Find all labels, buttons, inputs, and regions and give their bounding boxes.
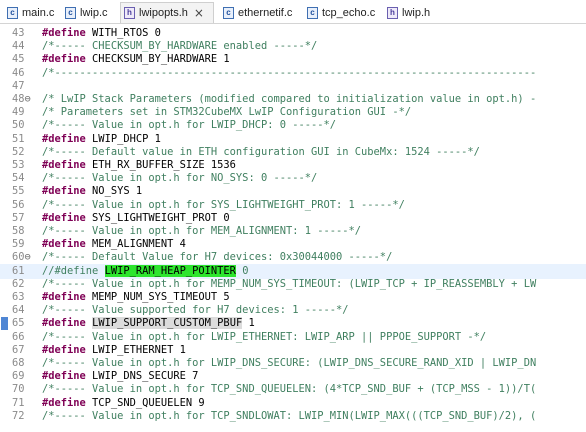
tab-label: lwip.h [402, 6, 431, 19]
code-token: SYS_LIGHTWEIGHT_PROT 0 [85, 211, 230, 224]
tab-lwipopts-h[interactable]: h lwipopts.h × [120, 2, 214, 23]
comment-token: //#define [42, 264, 105, 277]
bookmark-marker-icon[interactable] [1, 317, 8, 331]
comment-token: /*----- CHECKSUM_BY_HARDWARE enabled ---… [42, 40, 318, 53]
code-token: CHECKSUM_BY_HARDWARE 1 [85, 53, 230, 66]
code-token: NO_SYS 1 [85, 185, 143, 198]
tab-label: lwipopts.h [139, 7, 188, 19]
tab-ethernetif-c[interactable]: c ethernetif.c [220, 2, 302, 23]
editor-tab-bar: c main.c c lwip.c h lwipopts.h × c ether… [0, 0, 586, 24]
code-token: LWIP_ETHERNET 1 [85, 343, 186, 356]
h-file-icon: h [124, 7, 135, 19]
comment-token: /*----- Default value in ETH configurati… [42, 145, 480, 158]
line-number: 72 [12, 409, 25, 422]
comment-token: /*----- Value in opt.h for LWIP_DNS_SECU… [42, 357, 537, 369]
code-text[interactable]: /*----- Value in opt.h for TCP_SNDLOWAT:… [42, 409, 536, 424]
tab-label: main.c [22, 6, 55, 19]
code-token: MEM_ALIGNMENT 4 [85, 238, 186, 251]
keyword-token: #define [42, 291, 86, 303]
comment-token: /*----- Value in opt.h for LWIP_DHCP: 0 … [42, 119, 337, 132]
keyword-token: #define [42, 317, 86, 330]
comment-token: /*----- Value in opt.h for LWIP_ETHERNET… [42, 330, 487, 343]
fold-toggle-icon[interactable]: ⊖ [25, 251, 31, 263]
keyword-token: #define [42, 132, 86, 145]
comment-token: /*----- Value in opt.h for TCP_SNDLOWAT:… [42, 409, 537, 422]
comment-token: /*----- Value in opt.h for MEMP_NUM_SYS_… [42, 277, 537, 290]
comment-token: 0 [235, 264, 249, 277]
selected-token: LWIP_RAM_HEAP_POINTER [104, 264, 236, 277]
keyword-token: #define [42, 343, 86, 356]
fold-toggle-icon[interactable]: ⊖ [25, 93, 31, 105]
keyword-token: #define [42, 53, 86, 66]
close-icon[interactable]: × [194, 7, 204, 19]
tab-tcp-echo-c[interactable]: c tcp_echo.c [304, 2, 378, 23]
c-file-icon: c [223, 6, 234, 19]
code-editor[interactable]: 43 #define WITH_RTOS 0 44/*----- CHECKSUM_… [0, 26, 586, 432]
keyword-token: #define [42, 27, 86, 39]
gutter[interactable] [0, 409, 12, 424]
h-file-icon: h [387, 6, 398, 19]
tab-main-c[interactable]: c main.c [4, 2, 56, 23]
code-line[interactable]: 72 /*----- Value in opt.h for TCP_SNDLOWA… [0, 409, 586, 424]
keyword-token: #define [42, 396, 86, 409]
comment-token: /*----- Default Value for H7 devices: 0x… [42, 251, 393, 264]
code-token: LWIP_DHCP 1 [85, 132, 161, 145]
keyword-token: #define [42, 159, 86, 171]
c-file-icon: c [65, 6, 76, 19]
code-token: 1 [242, 317, 255, 330]
c-file-icon: c [307, 6, 318, 19]
code-token: TCP_SND_QUEUELEN 9 [85, 396, 205, 409]
c-file-icon: c [7, 6, 18, 19]
comment-token: /*----- Value supported for H7 devices: … [42, 304, 349, 317]
tab-label: tcp_echo.c [322, 6, 376, 19]
keyword-token: #define [42, 370, 86, 383]
comment-token: /*----- Value in opt.h for TCP_SND_QUEUE… [42, 383, 537, 396]
code-token: WITH_RTOS 0 [85, 27, 161, 39]
code-token: LWIP_DNS_SECURE 7 [85, 370, 199, 383]
keyword-token: #define [42, 211, 86, 224]
code-token: ETH_RX_BUFFER_SIZE 1536 [85, 159, 236, 171]
comment-token: /*----- Value in opt.h for SYS_LIGHTWEIG… [42, 198, 405, 211]
tab-lwip-h[interactable]: h lwip.h [384, 2, 444, 23]
comment-token: /*--------------------------------------… [42, 66, 537, 79]
tab-label: lwip.c [80, 6, 108, 19]
keyword-token: #define [42, 185, 86, 198]
comment-token: /* LwIP Stack Parameters (modified compa… [42, 93, 537, 105]
tab-lwip-c[interactable]: c lwip.c [62, 2, 114, 23]
keyword-token: #define [42, 238, 86, 251]
occurrence-highlight: LWIP_SUPPORT_CUSTOM_PBUF [92, 317, 243, 330]
comment-token: /* Parameters set in STM32CubeMX LwIP Co… [42, 106, 412, 119]
code-token: MEMP_NUM_SYS_TIMEOUT 5 [85, 291, 230, 303]
comment-token: /*----- Value in opt.h for MEM_ALIGNMENT… [42, 225, 362, 237]
tab-label: ethernetif.c [238, 6, 293, 19]
comment-token: /*----- Value in opt.h for NO_SYS: 0 ---… [42, 172, 318, 185]
